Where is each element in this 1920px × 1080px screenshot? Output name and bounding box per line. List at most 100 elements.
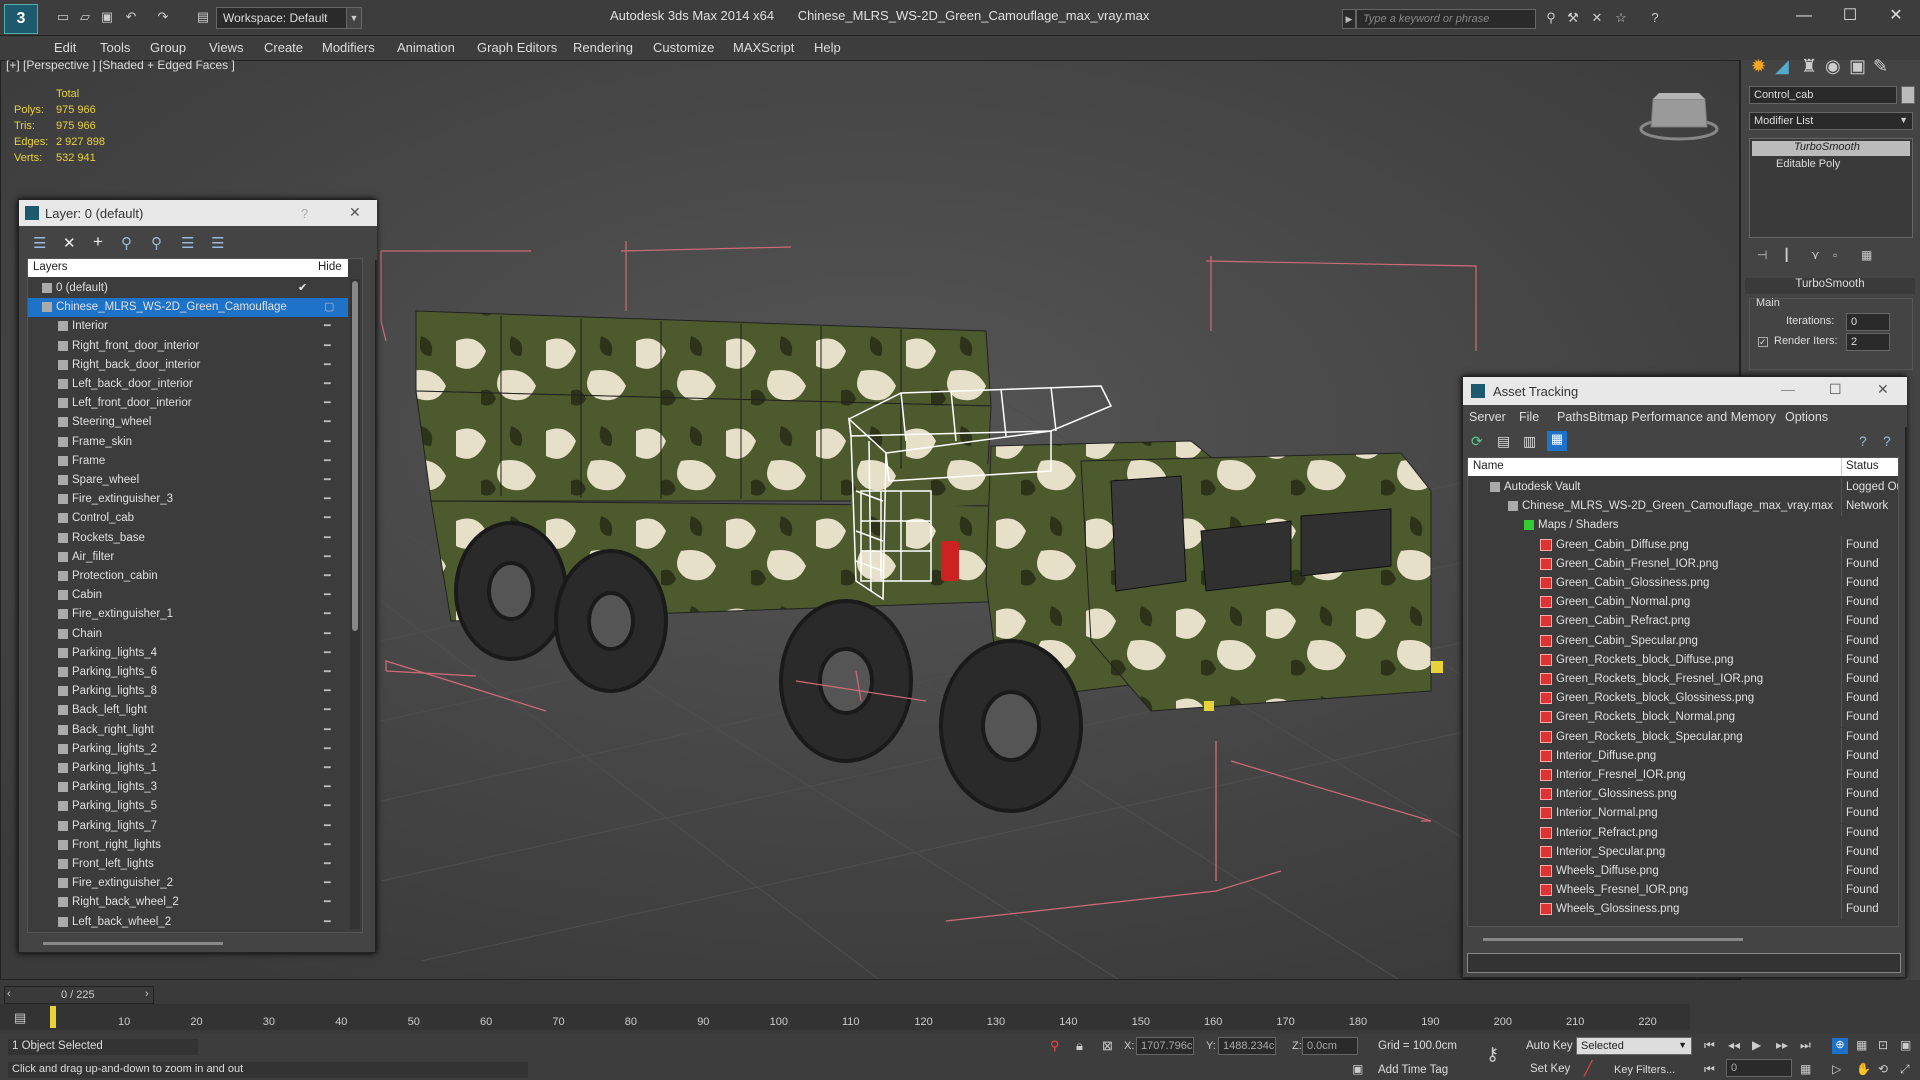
search-input[interactable]: Type a keyword or phrase [1356,9,1536,29]
layer-row[interactable]: Fire_extinguisher_1 ━ [28,605,348,624]
hide-toggle[interactable]: ━ [324,644,331,663]
hide-toggle[interactable]: ━ [324,471,331,490]
menu-views[interactable]: Views [209,40,243,55]
communication-icon[interactable]: ✕ [1588,10,1606,28]
turbosmooth-rollout-header[interactable]: TurboSmooth [1745,278,1915,294]
active-layer-check-icon[interactable]: ✔ [298,279,307,298]
hide-toggle[interactable]: ━ [324,413,331,432]
set-key-icon[interactable]: ⚷ [1486,1044,1499,1065]
layer-row[interactable]: Fire_extinguisher_2 ━ [28,874,348,893]
layer-row[interactable]: Back_left_light ━ [28,701,348,720]
help-icon[interactable]: ? [1859,433,1867,449]
save-icon[interactable]: ▣ [98,8,116,26]
hide-toggle[interactable]: ▢ [324,298,334,317]
configure-modifier-sets-icon[interactable]: ▦ [1861,248,1872,262]
menu-modifiers[interactable]: Modifiers [322,40,375,55]
layer-scrollbar[interactable] [350,279,360,929]
object-color-swatch[interactable] [1901,86,1915,104]
asset-hscrollbar[interactable] [1483,938,1743,941]
menu-group[interactable]: Group [150,40,186,55]
create-layer-icon[interactable]: ☰ [33,234,46,252]
asset-row[interactable]: Green_Cabin_Refract.png Found [1468,612,1898,632]
search-arrow-icon[interactable]: ▶ [1342,9,1356,29]
asset-row[interactable]: Green_Rockets_block_Normal.png Found [1468,708,1898,728]
hide-toggle[interactable]: ━ [324,855,331,874]
asset-row[interactable]: Interior_Fresnel_IOR.png Found [1468,766,1898,785]
asset-menu-paths[interactable]: Paths [1557,410,1589,424]
remove-modifier-icon[interactable]: ▫ [1833,248,1837,262]
layer-row[interactable]: Rockets_base ━ [28,529,348,548]
lock-icon[interactable]: 🔒︎ [1076,1038,1083,1054]
current-frame-field[interactable]: 0 [1726,1059,1792,1077]
layer-row[interactable]: Right_back_door_interior ━ [28,356,348,375]
hide-toggle[interactable]: ━ [324,625,331,644]
menu-customize[interactable]: Customize [653,40,714,55]
hide-toggle[interactable]: ━ [324,548,331,567]
help-icon[interactable]: ? [1646,10,1664,28]
asset-row[interactable]: Green_Cabin_Specular.png Found [1468,631,1898,651]
app-logo-icon[interactable]: 3 [4,4,38,34]
asset-row[interactable]: Chinese_MLRS_WS-2D_Green_Camouflage_max_… [1468,497,1898,517]
modifier-list-dropdown[interactable]: Modifier List ▼ [1749,112,1913,130]
close-icon[interactable]: ✕ [1877,381,1889,398]
layer-row[interactable]: Frame ━ [28,452,348,471]
asset-row[interactable]: Green_Rockets_block_Fresnel_IOR.png Found [1468,670,1898,689]
binoculars-icon[interactable]: ⚲ [1542,10,1560,28]
menu-create[interactable]: Create [264,40,303,55]
layer-row[interactable]: Protection_cabin ━ [28,567,348,586]
layer-row[interactable]: Front_right_lights ━ [28,836,348,855]
time-config-icon[interactable]: ▦ [1800,1062,1811,1076]
menu-animation[interactable]: Animation [397,40,455,55]
go-to-start-icon[interactable]: ⏮ [1704,1038,1715,1053]
time-tag-icon[interactable]: ▣ [1352,1062,1363,1076]
motion-tab-icon[interactable]: ◉ [1825,56,1841,77]
hide-toggle[interactable]: ━ [324,509,331,528]
hide-toggle[interactable]: ━ [324,778,331,797]
layer-row[interactable]: Left_back_wheel_2 ━ [28,913,348,932]
orbit-icon[interactable]: ⟲ [1878,1062,1888,1076]
play-icon[interactable]: ▶ [1752,1038,1761,1052]
layer-row[interactable]: Back_right_light ━ [28,721,348,740]
set-key-button[interactable]: Set Key [1530,1063,1570,1075]
key-filters-button[interactable]: Key Filters... [1614,1064,1675,1076]
layer-row[interactable]: Right_back_wheel_2 ━ [28,893,348,912]
hide-toggle[interactable]: ━ [324,375,331,394]
maximize-icon[interactable]: ☐ [1829,381,1842,398]
display-tab-icon[interactable]: ▣ [1849,56,1866,77]
layer-panel-title-bar[interactable]: Layer: 0 (default) ? ✕ [19,200,377,226]
menu-maxscript[interactable]: MAXScript [733,40,794,55]
asset-row[interactable]: Green_Cabin_Glossiness.png Found [1468,574,1898,593]
chevron-down-icon[interactable]: ▼ [346,7,362,29]
time-marker[interactable] [50,1006,56,1028]
mini-curve-editor-icon[interactable]: ▤ [14,1010,26,1026]
asset-row[interactable]: Wheels_Glossiness.png Found [1468,900,1898,920]
hide-toggle[interactable]: ━ [324,913,331,932]
asset-row[interactable]: Green_Rockets_block_Specular.png Found [1468,727,1898,747]
layer-row[interactable]: Parking_lights_3 ━ [28,778,348,797]
workspace-dropdown[interactable]: Workspace: Default [216,7,362,29]
hide-toggle[interactable]: ━ [324,490,331,509]
asset-path-field[interactable] [1467,953,1901,973]
asset-row[interactable]: Green_Cabin_Diffuse.png Found [1468,535,1898,555]
show-end-result-icon[interactable]: ┃ [1783,248,1790,262]
zoom-extents-all-icon[interactable]: ▣ [1900,1038,1911,1052]
z-coordinate-field[interactable]: 0.0cm [1302,1037,1358,1055]
stack-item-turbosmooth[interactable]: TurboSmooth [1752,141,1910,156]
layer-row[interactable]: Left_front_door_interior ━ [28,394,348,413]
hierarchy-tab-icon[interactable]: ♜ [1801,56,1817,77]
asset-row[interactable]: Interior_Diffuse.png Found [1468,746,1898,766]
asset-row[interactable]: Green_Cabin_Normal.png Found [1468,593,1898,613]
favorites-star-icon[interactable]: ☆ [1612,10,1630,28]
layer-row-default[interactable]: 0 (default) ✔ [28,279,348,298]
menu-tools[interactable]: Tools [100,40,130,55]
hide-toggle[interactable]: ━ [324,836,331,855]
hide-toggle[interactable]: ━ [324,529,331,548]
status-column-header[interactable]: Status [1841,458,1883,476]
render-iters-spinner[interactable]: 2 [1846,333,1890,351]
create-tab-icon[interactable]: ✹ [1751,56,1766,77]
menu-rendering[interactable]: Rendering [573,40,633,55]
layer-row-selected[interactable]: Chinese_MLRS_WS-2D_Green_Camouflage ▢ [28,298,348,318]
modify-tab-icon[interactable]: ◢ [1775,56,1789,77]
next-frame-icon[interactable]: › [145,988,149,1000]
asset-row[interactable]: Autodesk Vault Logged Out [1468,478,1898,497]
